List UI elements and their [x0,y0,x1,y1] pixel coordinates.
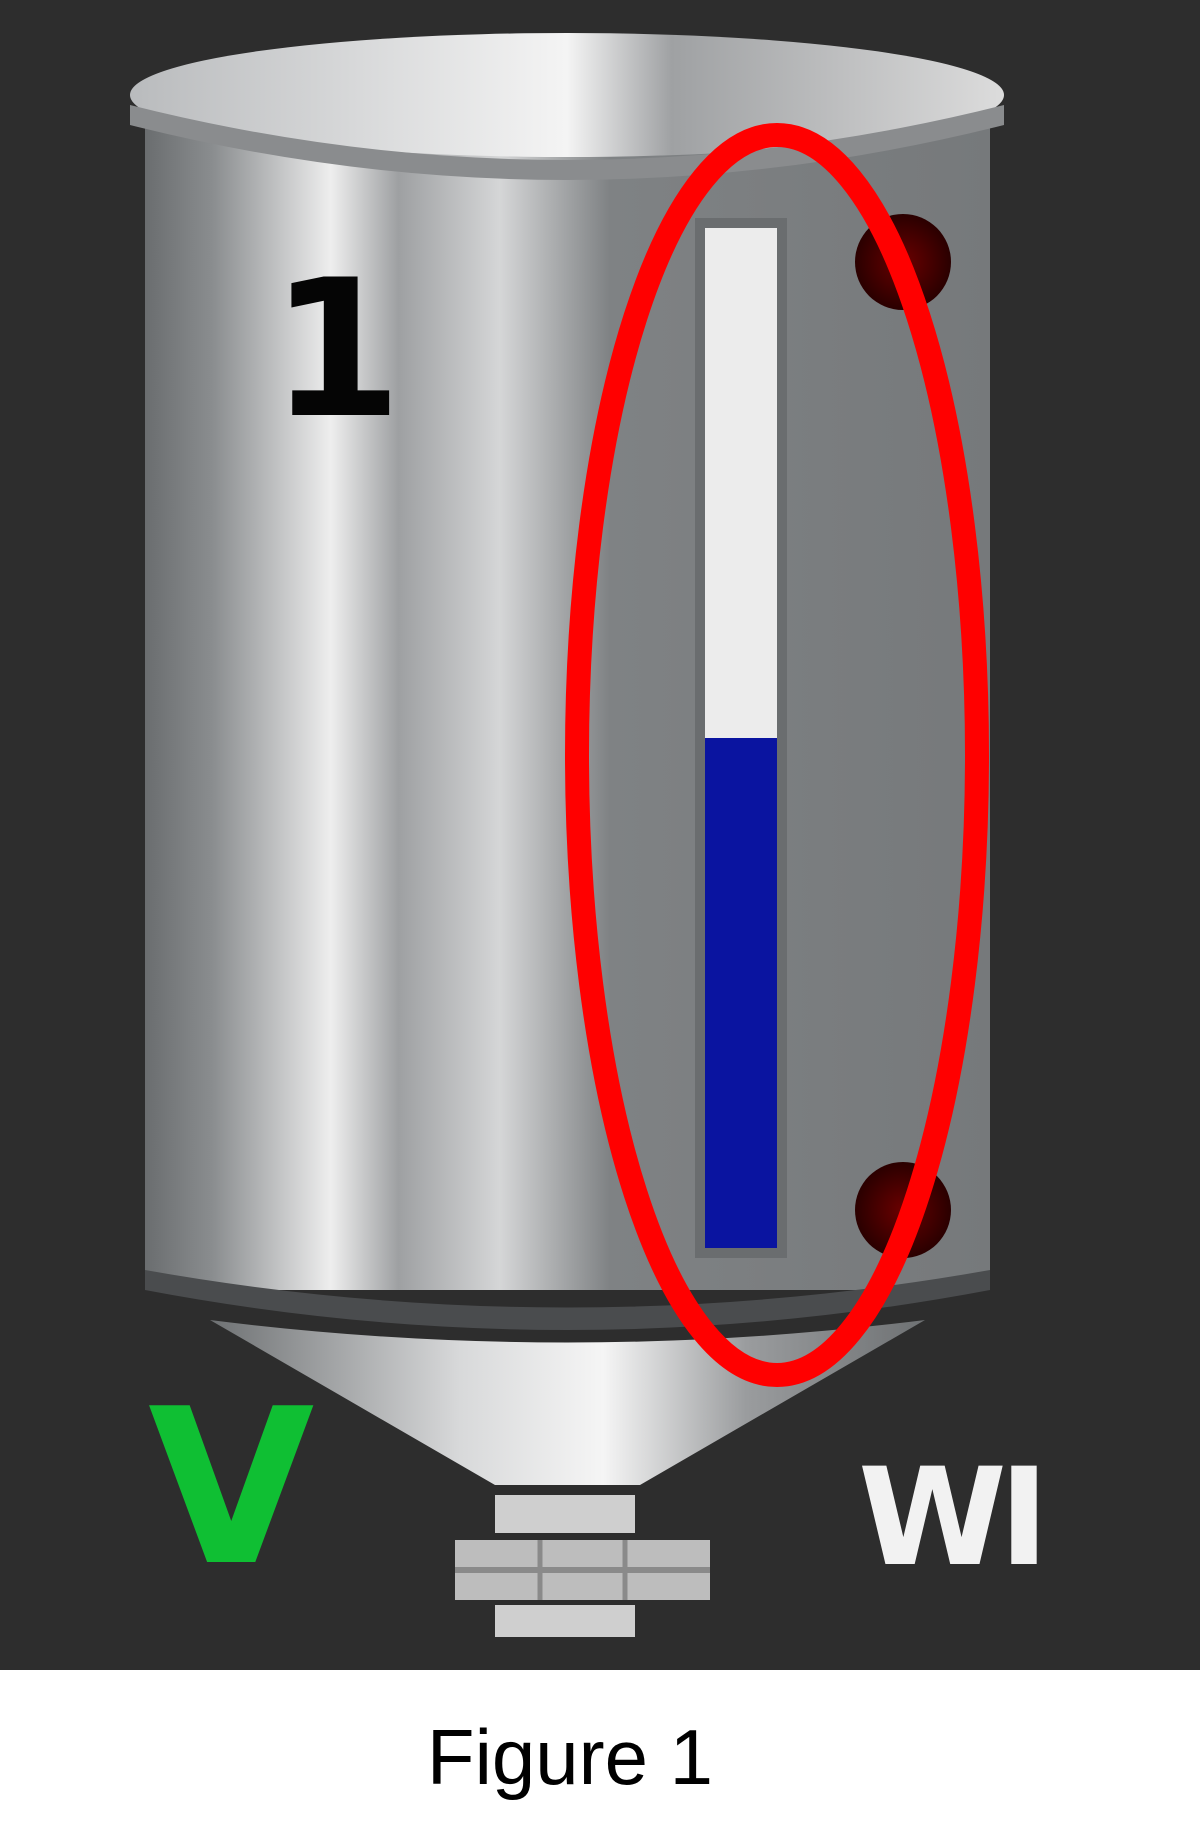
outlet-flange [455,1495,710,1637]
status-v-label: V [148,1362,315,1613]
figure-caption: Figure 1 [426,1713,714,1801]
tank-number-label: 1 [270,239,403,460]
hmi-screen: 1 V WI [0,0,1200,1670]
status-wi-label: WI [858,1439,1049,1596]
tank-cone [210,1320,925,1485]
level-gauge-fill [705,738,777,1248]
